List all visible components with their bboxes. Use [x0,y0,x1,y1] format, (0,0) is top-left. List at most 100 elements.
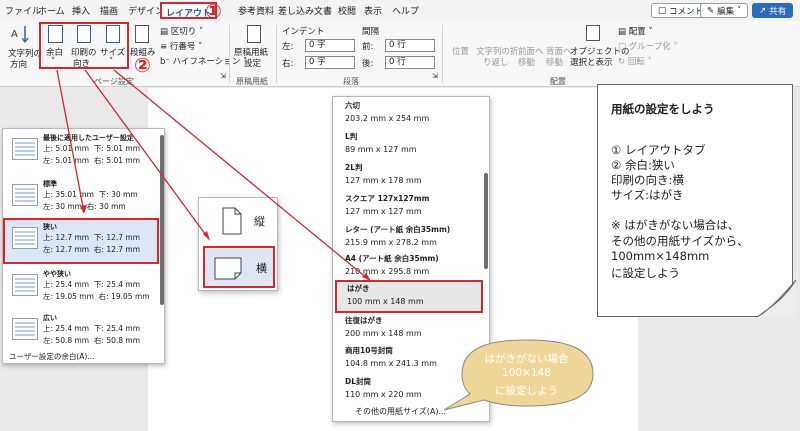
align-label: 配置 [628,27,646,37]
indent-left-field[interactable]: 0 字 [305,39,355,52]
tab-file[interactable]: ファイル [5,4,41,17]
margin-thumbnail [12,184,38,206]
label-top: 上: [43,280,54,289]
label-left: 左: [43,336,54,345]
size-scrollbar[interactable] [484,173,488,269]
margin-option-title: 狭い [43,223,57,231]
bring-forward-label-2: 移動 [518,58,536,68]
tab-home[interactable]: ホーム [38,4,65,17]
align-button[interactable]: ▤ 配置 ˅ [618,25,653,37]
margins-icon [48,25,63,43]
spacing-after-field[interactable]: 0 行 [385,56,435,69]
margin-option-title: やや狭い [43,270,71,278]
dialog-launcher-icon[interactable]: ⇲ [432,72,438,80]
tab-draw[interactable]: 描画 [100,4,118,17]
label-right: 右: [86,202,97,211]
more-paper-sizes-link[interactable]: その他の用紙サイズ(A)... [355,406,446,417]
rotate-label: 回転 [627,57,645,67]
indent-right-field[interactable]: 0 字 [305,56,355,69]
size-button[interactable]: サイズ ˅ [99,24,127,68]
margin-right-value: 30 mm [99,202,126,211]
margins-scrollbar[interactable] [160,135,164,305]
position-button[interactable]: 位置 [452,45,469,57]
margin-option-normal[interactable]: 標準 上: 35.01 mm 下: 30 mm 左: 30 mm 右: 30 m… [3,175,159,221]
size-dimensions: 89 mm x 127 mm [345,145,417,154]
margin-thumbnail [12,138,38,160]
tab-help[interactable]: ヘルプ [392,4,419,17]
orientation-icon [77,25,91,43]
group-button[interactable]: □ グループ化 ˅ [618,40,678,52]
callout-line: はがきがない場合 [484,353,569,365]
margin-option-title: 広い [43,314,57,322]
step-1-badge: ① [205,0,222,23]
note-line: ※ はがきがない場合は、 [611,218,740,232]
label-top: 上: [43,324,54,333]
label-right: 右: [93,156,104,165]
margin-bottom-value: 5.01 mm [106,144,141,153]
size-dimensions: 110 mm x 220 mm [345,390,422,399]
size-option[interactable]: スクエア 127x127mm 127 mm x 127 mm [333,190,483,223]
label-right: 右: [93,245,104,254]
tab-insert[interactable]: 挿入 [72,4,90,17]
line-numbers-button[interactable]: ≡ 行番号 ˅ [160,40,202,52]
manuscript-settings-button[interactable]: 原稿用紙 設定 [234,24,274,69]
group-label: グループ化 [628,42,671,52]
size-name: 2L判 [345,163,363,172]
text-direction-button[interactable]: A 文字列の 方向 [6,23,42,73]
margin-right-value: 5.01 mm [106,156,141,165]
pencil-icon: ✎ [707,5,715,16]
editing-button[interactable]: ✎ 編集 ˅ [700,3,749,18]
selection-pane-label-2: 選択と表示 [570,58,613,68]
size-name: 往復はがき [345,316,383,325]
margin-bottom-value: 30 mm [111,190,138,199]
orientation-landscape[interactable]: 横 [203,246,275,288]
note-folded-corner [756,279,797,318]
margin-option-narrow[interactable]: 狭い 上: 12.7 mm 下: 12.7 mm 左: 12.7 mm 右: 1… [3,218,159,264]
callout-bubble: はがきがない場合 100×148 に設定しよう [460,340,593,408]
dialog-launcher-icon[interactable]: ⇲ [220,72,226,80]
size-option-hagaki[interactable]: はがき 100 mm x 148 mm [335,280,483,313]
label-right: 右: [93,336,104,345]
size-dimensions: 200 mm x 148 mm [345,329,422,338]
margin-right-value: 50.8 mm [106,336,141,345]
share-label: 共有 [769,6,787,17]
breaks-button[interactable]: ▤ 区切り ˅ [160,25,203,37]
size-option[interactable]: 六切 203.2 mm x 254 mm [333,97,483,130]
orientation-portrait[interactable]: 縦 [203,201,275,241]
margin-right-value: 12.7 mm [106,245,141,254]
tab-references[interactable]: 参考資料 [238,4,274,17]
margin-right-value: 19.05 mm [111,292,150,301]
size-name: 六切 [345,101,360,110]
size-option[interactable]: A4 (アート紙 余白35mm) 210 mm x 295.8 mm [333,250,483,283]
margin-top-value: 12.7 mm [55,233,90,242]
custom-margins-link[interactable]: ユーザー設定の余白(A)... [9,351,94,362]
rotate-button[interactable]: ↻ 回転 ˅ [618,55,652,67]
portrait-page-icon [222,207,242,235]
margin-thumbnail [12,318,38,340]
note-line: サイズ:はがき [611,188,684,202]
separator [276,25,277,83]
margin-option-last-custom[interactable]: 最後に適用したユーザー設定 上: 5.01 mm 下: 5.01 mm 左: 5… [3,129,159,175]
margin-option-wide[interactable]: 広い 上: 25.4 mm 下: 25.4 mm 左: 50.8 mm 右: 5… [3,309,159,355]
margin-option-moderate[interactable]: やや狭い 上: 25.4 mm 下: 25.4 mm 左: 19.05 mm 右… [3,265,159,311]
orientation-dropdown: 縦 横 [198,197,278,291]
label-left: 左: [43,245,54,254]
tab-review[interactable]: 校閲 [338,4,356,17]
margins-button[interactable]: 余白 ˅ [42,24,69,68]
size-option[interactable]: 2L判 127 mm x 178 mm [333,159,483,192]
tab-mailings[interactable]: 差し込み文書 [278,4,332,17]
callout-line: 100×148 [502,367,551,379]
spacing-before-field[interactable]: 0 行 [385,39,435,52]
tab-view[interactable]: 表示 [364,4,382,17]
size-name: A4 (アート紙 余白35mm) [345,254,439,263]
share-button[interactable]: ↗ 共有 [752,3,794,18]
orientation-button[interactable]: 印刷の 向き [70,24,98,69]
tab-design[interactable]: デザイン [128,4,164,17]
line-numbers-label: 行番号 [169,42,196,52]
margin-thumbnail [12,274,38,296]
note-line: ② 余白:狭い [611,158,675,172]
spacing-before-label: 前: [362,42,374,52]
size-name: 商用10号封筒 [345,346,393,355]
size-dimensions: 215.9 mm x 278.2 mm [345,238,437,247]
size-option[interactable]: L判 89 mm x 127 mm [333,128,483,161]
